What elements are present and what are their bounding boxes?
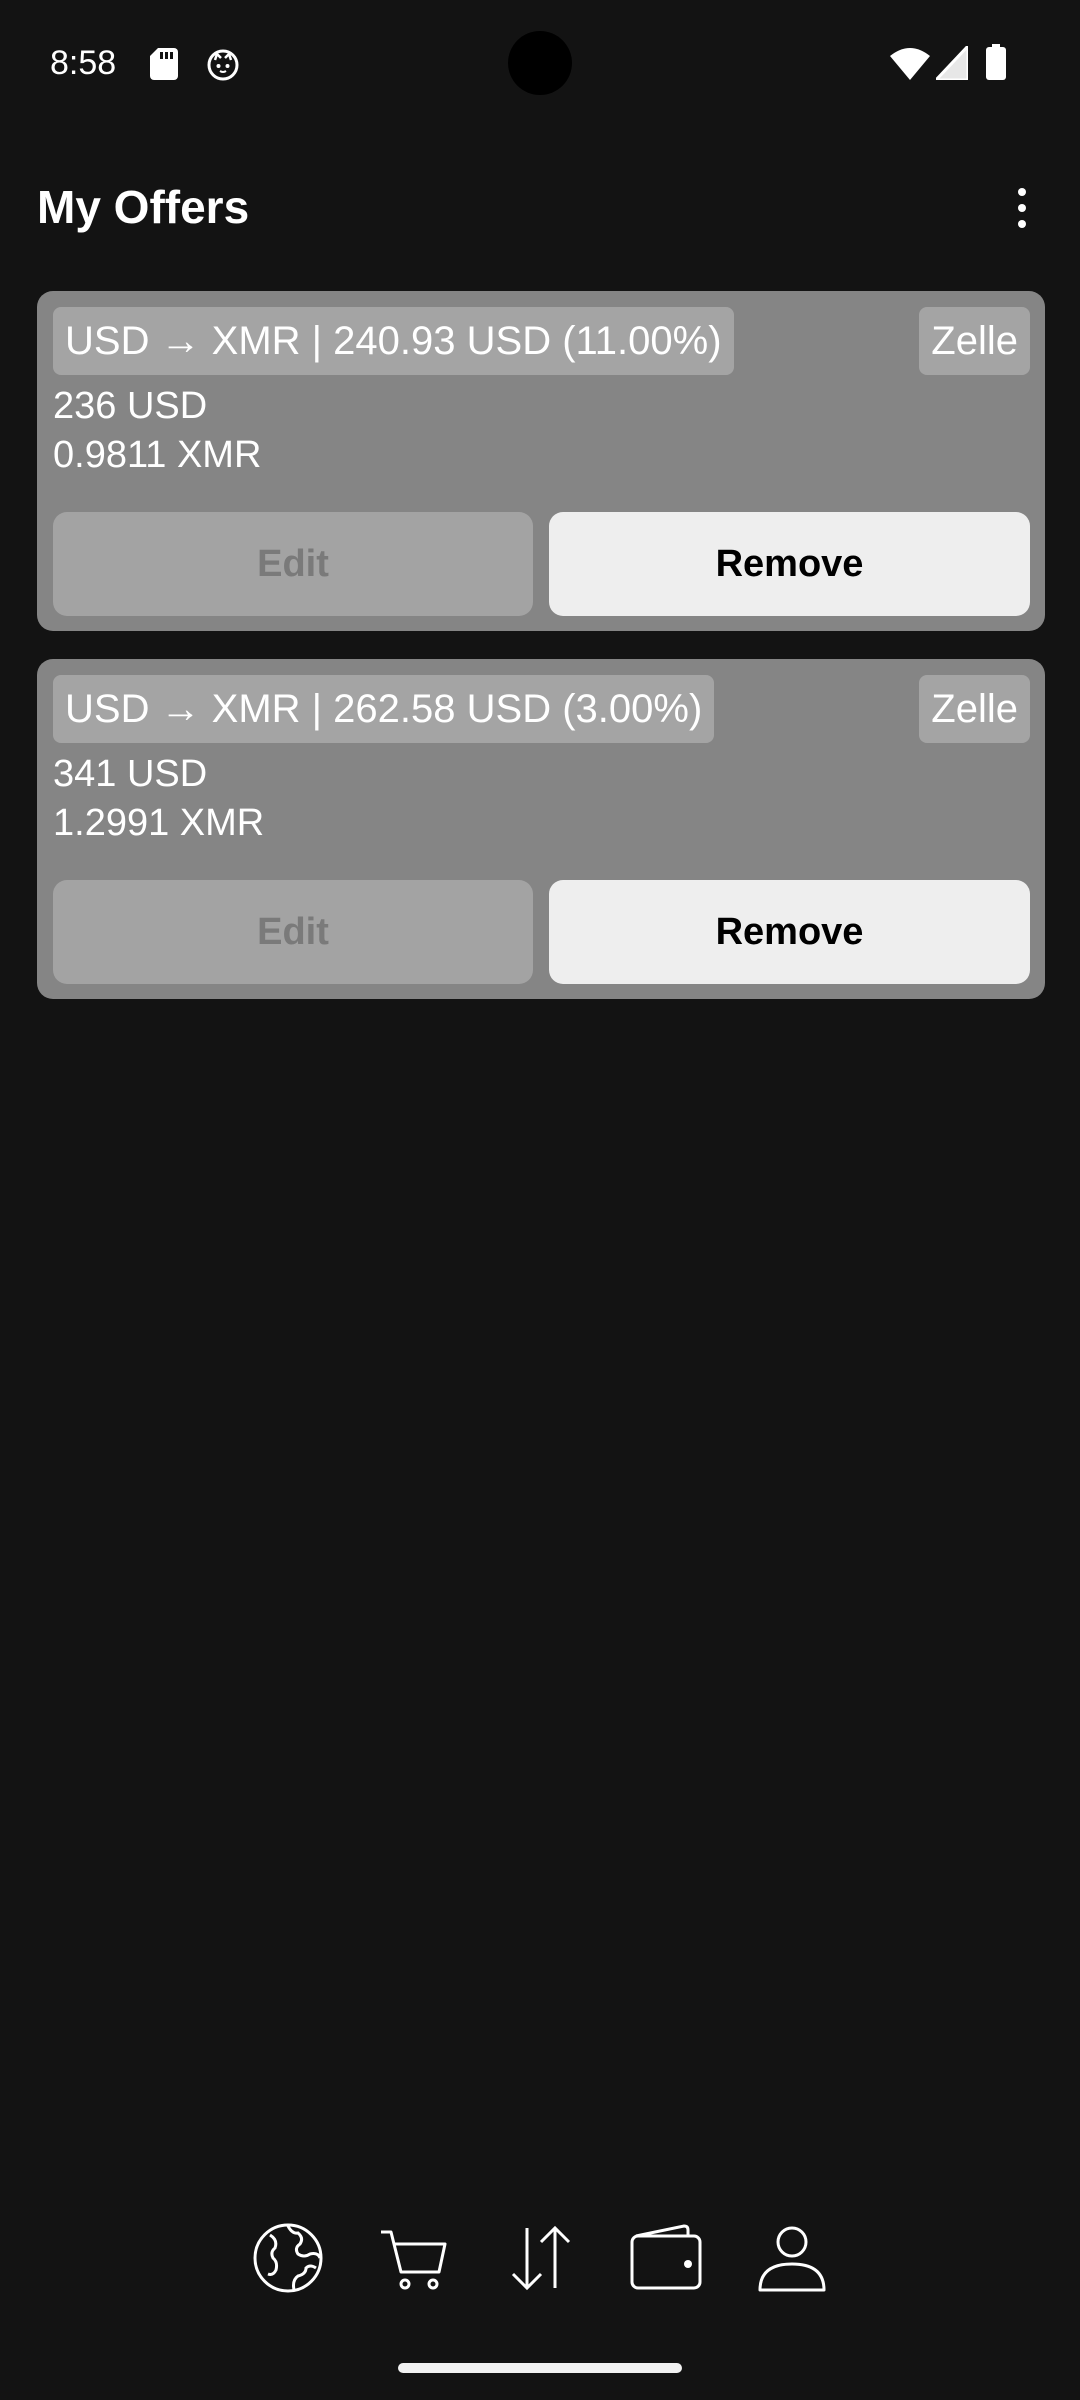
wifi-icon — [890, 46, 930, 80]
offer-pair-chip: USD → XMR | 240.93 USD (11.00%) — [53, 307, 734, 375]
offer-fiat-amount: 341 USD — [53, 753, 208, 795]
person-icon[interactable] — [752, 2218, 832, 2298]
status-time: 8:58 — [50, 44, 117, 82]
cat-face-icon — [206, 48, 240, 82]
globe-icon[interactable] — [248, 2218, 328, 2298]
offer-pair-chip: USD → XMR | 262.58 USD (3.00%) — [53, 675, 715, 743]
offer-crypto-amount: 1.2991 XMR — [53, 802, 265, 844]
remove-button[interactable]: Remove — [549, 880, 1030, 984]
payment-method-chip: Zelle — [919, 307, 1030, 375]
edit-button[interactable]: Edit — [53, 512, 533, 616]
sd-card-icon — [150, 48, 178, 80]
bottom-nav — [0, 2218, 1080, 2298]
payment-method-chip: Zelle — [919, 675, 1030, 743]
offer-card[interactable]: USD → XMR | 262.58 USD (3.00%) Zelle 341… — [37, 659, 1045, 999]
offer-crypto-amount: 0.9811 XMR — [53, 434, 262, 476]
cart-icon[interactable] — [373, 2218, 453, 2298]
remove-button[interactable]: Remove — [549, 512, 1030, 616]
edit-button[interactable]: Edit — [53, 880, 533, 984]
wallet-icon[interactable] — [626, 2218, 706, 2298]
page-title: My Offers — [37, 181, 250, 233]
status-bar: 8:58 — [0, 0, 1080, 130]
cell-signal-icon — [932, 42, 970, 82]
more-vertical-icon[interactable] — [1000, 180, 1044, 236]
offer-card[interactable]: USD → XMR | 240.93 USD (11.00%) Zelle 23… — [37, 291, 1045, 631]
battery-icon — [986, 44, 1006, 80]
home-indicator[interactable] — [398, 2363, 682, 2373]
offer-fiat-amount: 236 USD — [53, 385, 208, 427]
swap-arrows-icon[interactable] — [501, 2218, 581, 2298]
camera-cutout — [508, 31, 572, 95]
